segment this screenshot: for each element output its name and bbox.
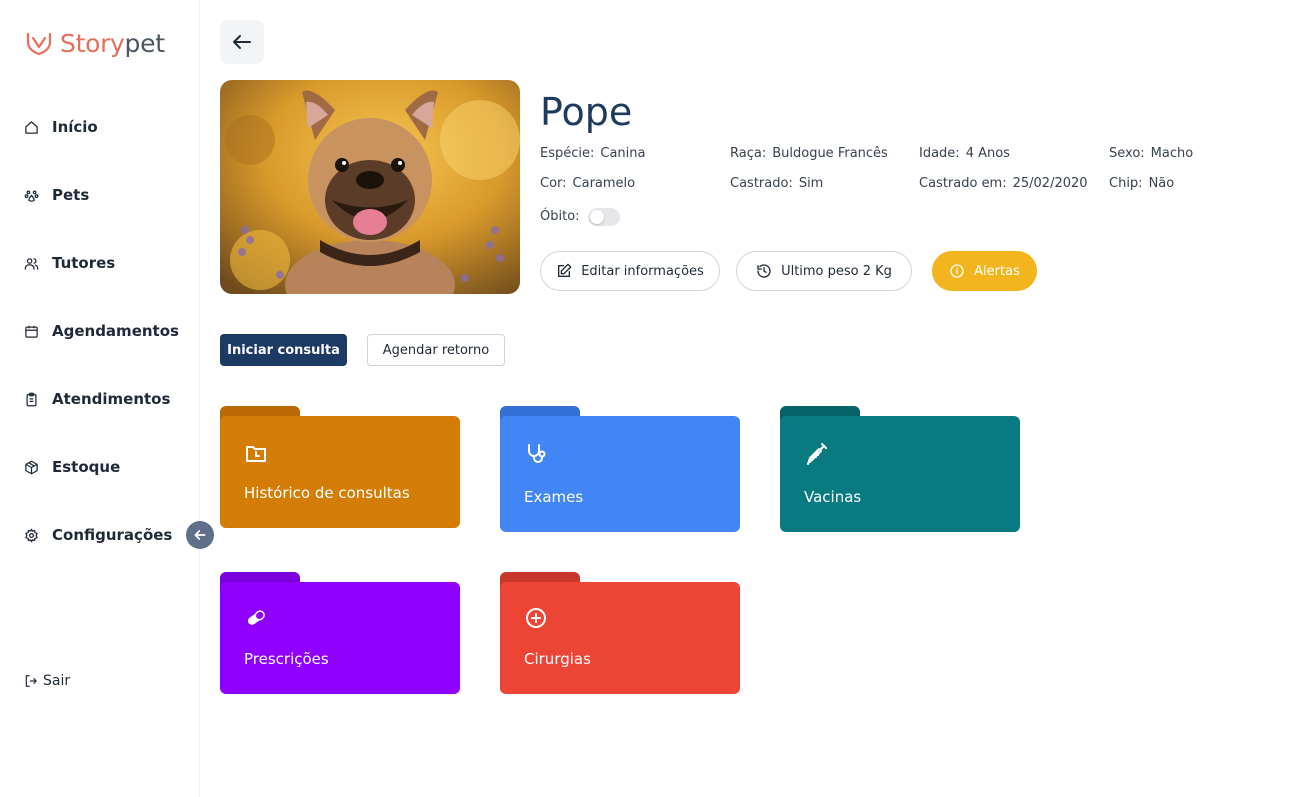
logout-icon	[25, 675, 37, 687]
arrow-left-icon	[233, 35, 251, 49]
stethoscope-icon	[524, 442, 548, 466]
folder-label: Prescrições	[244, 650, 329, 668]
arrow-left-icon	[194, 530, 206, 540]
folder-vacinas[interactable]: Vacinas	[780, 406, 1020, 532]
folder-label: Exames	[524, 488, 584, 506]
storypet-logo[interactable]: Storypet	[24, 28, 165, 58]
folder-body	[220, 582, 460, 694]
info-idade: Idade: 4 Anos	[919, 146, 1010, 161]
syringe-icon	[804, 442, 828, 466]
pill-icon	[244, 606, 268, 630]
info-icon	[950, 264, 964, 278]
pet-name: Pope	[540, 90, 633, 134]
dog-photo-illustration	[220, 80, 520, 294]
sidebar-item-atendimentos[interactable]: Atendimentos	[24, 390, 170, 408]
logo-text: Storypet	[60, 28, 165, 58]
pet-photo	[220, 80, 520, 294]
sidebar-item-label: Início	[52, 118, 98, 136]
storypet-logo-icon	[26, 32, 52, 56]
back-button[interactable]	[220, 20, 264, 64]
last-weight-button[interactable]: Ultimo peso 2 Kg	[736, 251, 912, 291]
folder-prescricoes[interactable]: Prescrições	[220, 572, 460, 694]
folder-cirurgias[interactable]: Cirurgias	[500, 572, 740, 694]
schedule-return-button[interactable]: Agendar retorno	[367, 334, 505, 366]
folder-label: Cirurgias	[524, 650, 591, 668]
alerts-button[interactable]: Alertas	[932, 251, 1037, 291]
sidebar-item-estoque[interactable]: Estoque	[24, 458, 120, 476]
gear-icon	[25, 528, 38, 542]
edit-icon	[558, 263, 572, 277]
folder-label: Histórico de consultas	[244, 484, 410, 502]
sidebar-item-pets[interactable]: Pets	[24, 186, 89, 204]
box-icon	[25, 460, 38, 474]
folder-body	[220, 416, 460, 528]
history-icon	[757, 264, 771, 278]
collapse-sidebar-button[interactable]	[186, 521, 214, 549]
sidebar-item-label: Estoque	[52, 458, 121, 476]
info-castrado: Castrado: Sim	[730, 176, 824, 191]
sidebar-item-agendamentos[interactable]: Agendamentos	[24, 322, 179, 340]
info-castrado-em: Castrado em: 25/02/2020	[919, 176, 1088, 191]
info-raca: Raça: Buldogue Francês	[730, 146, 888, 161]
clipboard-icon	[26, 392, 37, 406]
info-especie: Espécie: Canina	[540, 146, 646, 161]
sidebar-item-tutores[interactable]: Tutores	[24, 254, 115, 272]
sidebar-item-inicio[interactable]: Início	[24, 118, 98, 136]
logout-label: Sair	[43, 673, 71, 689]
folder-clock-icon	[244, 442, 268, 466]
folder-body	[500, 416, 740, 532]
info-cor: Cor: Caramelo	[540, 176, 636, 191]
calendar-icon	[25, 325, 38, 338]
start-consult-button[interactable]: Iniciar consulta	[220, 334, 347, 366]
info-sexo: Sexo: Macho	[1109, 146, 1194, 161]
sidebar-item-label: Pets	[52, 186, 90, 204]
folder-body	[780, 416, 1020, 532]
logout-button[interactable]: Sair	[24, 673, 70, 689]
folder-label: Vacinas	[804, 488, 862, 506]
folder-body	[500, 582, 740, 694]
sidebar-item-label: Tutores	[52, 254, 116, 272]
info-obito: Óbito:	[540, 209, 580, 224]
folder-exames[interactable]: Exames	[500, 406, 740, 532]
edit-info-button[interactable]: Editar informações	[540, 251, 720, 291]
paw-icon	[24, 190, 39, 202]
sidebar-item-label: Configurações	[52, 526, 173, 544]
plus-circle-icon	[524, 606, 548, 630]
home-icon	[25, 120, 38, 134]
obito-toggle[interactable]	[588, 208, 620, 226]
users-icon	[24, 257, 39, 270]
info-chip: Chip: Não	[1109, 176, 1175, 191]
folder-historico-consultas[interactable]: Histórico de consultas	[220, 406, 460, 528]
sidebar: Storypet Início Pets Tutores Agendamento…	[0, 0, 200, 797]
sidebar-item-label: Atendimentos	[52, 390, 171, 408]
sidebar-item-label: Agendamentos	[52, 322, 179, 340]
sidebar-item-configuracoes[interactable]: Configurações	[24, 526, 172, 544]
